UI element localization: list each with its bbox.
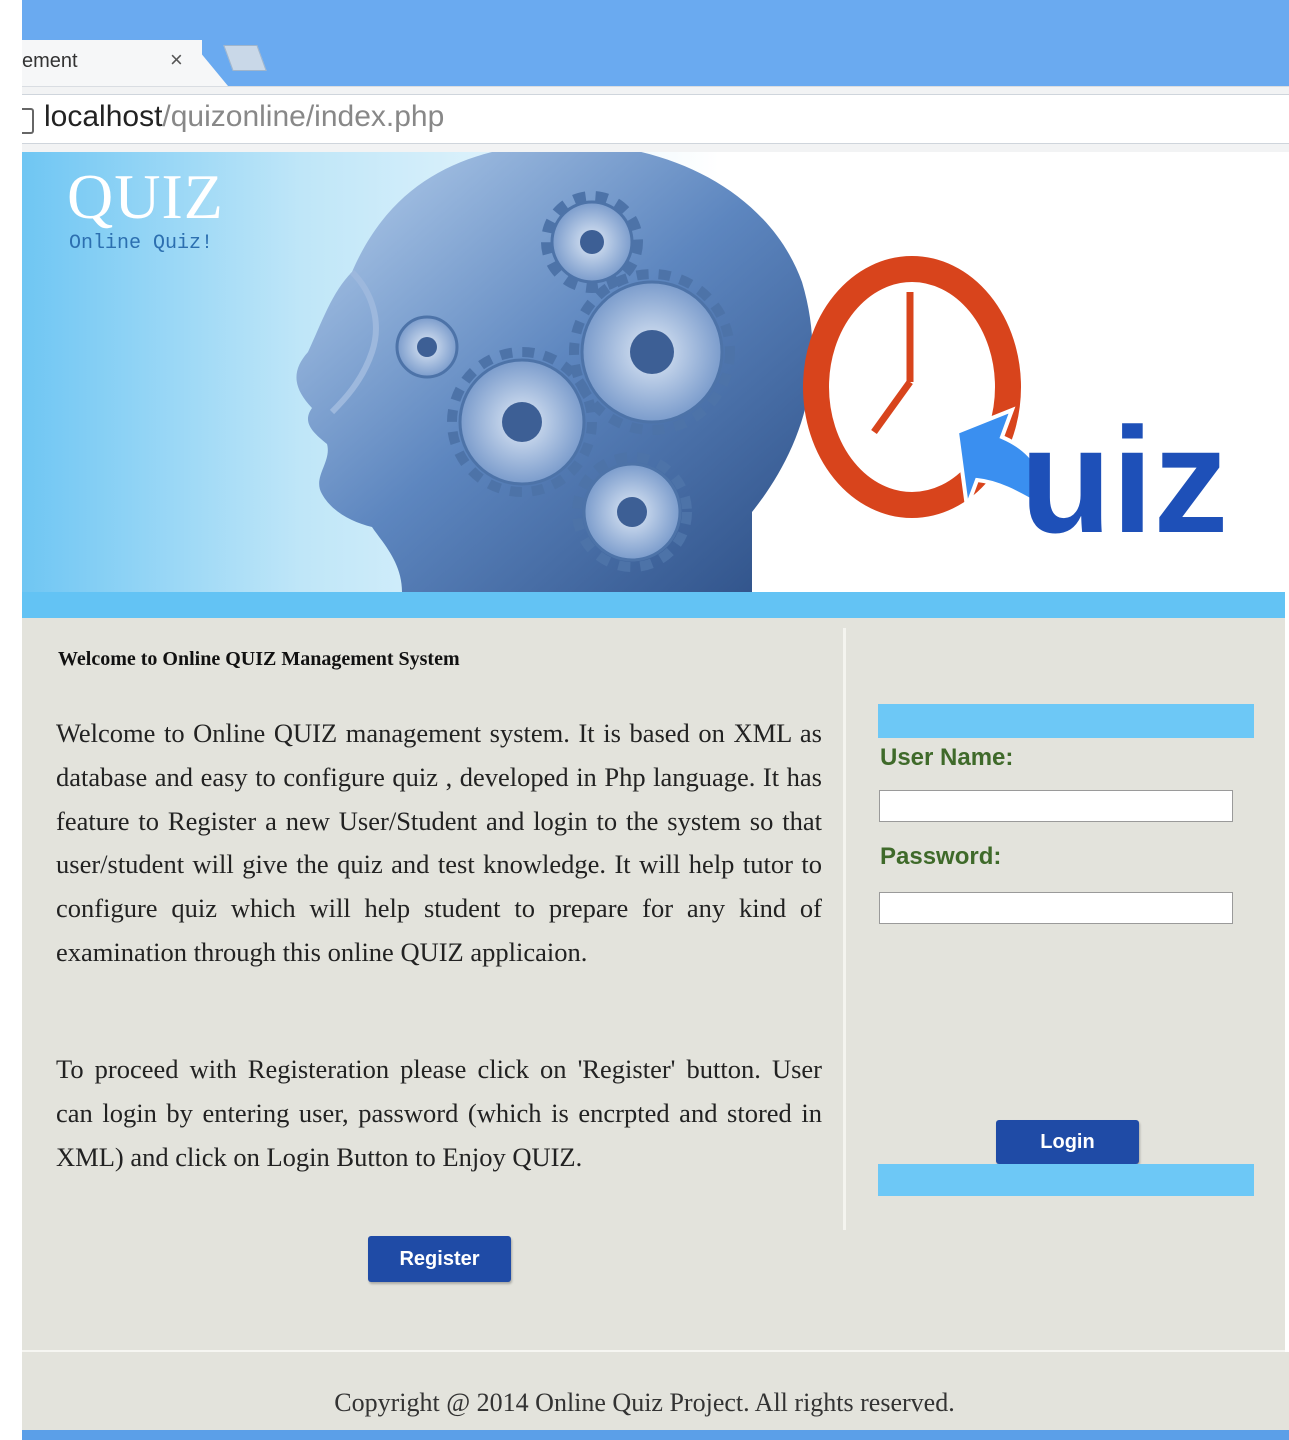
head-gears-illustration	[296, 152, 813, 592]
page-icon	[22, 108, 34, 134]
logo-text: uiz	[1020, 396, 1228, 564]
welcome-heading: Welcome to Online QUIZ Management System	[58, 648, 460, 670]
footer-bar	[22, 1430, 1289, 1440]
intro-paragraph: Welcome to Online QUIZ management system…	[56, 718, 822, 967]
brand-subtitle: Online Quiz!	[69, 232, 214, 255]
left-edge	[0, 0, 22, 1440]
url-host: localhost	[44, 100, 163, 133]
tab-close-icon[interactable]: ×	[170, 47, 183, 73]
address-url[interactable]: localhost/quizonline/index.php	[44, 100, 444, 134]
quiz-logo: uiz	[803, 256, 1228, 564]
column-divider	[843, 628, 846, 1230]
tab-title: ement	[22, 50, 78, 72]
password-label: Password:	[880, 843, 1002, 870]
login-button[interactable]: Login	[996, 1120, 1139, 1164]
banner-stripe	[22, 592, 1285, 618]
header-banner: QUIZ Online Quiz! uiz	[22, 152, 1289, 592]
url-path: /quizonline/index.php	[162, 100, 445, 133]
brand-title: QUIZ	[67, 161, 224, 232]
username-label: User Name:	[880, 744, 1014, 771]
browser-tab-edge	[190, 40, 228, 86]
copyright-text: Copyright @ 2014 Online Quiz Project. Al…	[334, 1388, 955, 1417]
username-input[interactable]	[879, 790, 1233, 822]
new-tab-button[interactable]	[223, 45, 267, 71]
login-panel-header	[878, 704, 1254, 738]
browser-chrome: ement × localhost/quizonline/index.php	[22, 0, 1289, 153]
register-button[interactable]: Register	[368, 1236, 511, 1282]
login-panel-footer	[878, 1164, 1254, 1196]
password-input[interactable]	[879, 892, 1233, 924]
register-instructions: To proceed with Registeration please cli…	[56, 1054, 822, 1172]
